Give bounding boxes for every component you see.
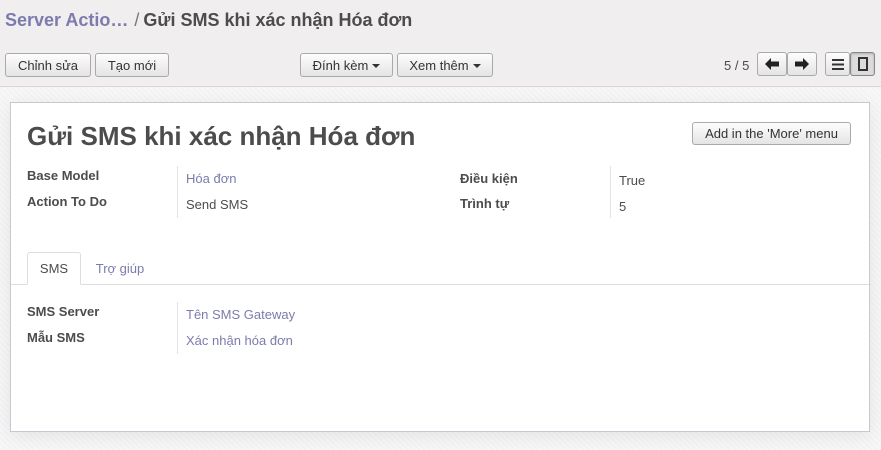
base-model-value[interactable]: Hóa đơn <box>186 171 236 186</box>
breadcrumb-current: Gửi SMS khi xác nhận Hóa đơn <box>143 10 413 30</box>
base-model-label: Base Model <box>27 168 100 183</box>
more-dropdown-button[interactable]: Xem thêm <box>397 53 493 77</box>
sms-template-value[interactable]: Xác nhận hóa đơn <box>186 333 293 348</box>
field-divider <box>610 166 611 218</box>
sms-template-label: Mẫu SMS <box>27 330 85 345</box>
breadcrumb-parent-link[interactable]: Server Actio… <box>5 10 128 30</box>
record-title: Gửi SMS khi xác nhận Hóa đơn <box>27 121 416 151</box>
action-to-do-label: Action To Do <box>27 194 107 209</box>
form-sheet: Gửi SMS khi xác nhận Hóa đơn Add in the … <box>10 102 870 432</box>
field-divider <box>177 302 178 354</box>
control-panel: Server Actio… / Gửi SMS khi xác nhận Hóa đ… <box>0 0 881 87</box>
field-divider <box>177 166 178 218</box>
attach-label: Đính kèm <box>312 57 369 73</box>
more-label: Xem thêm <box>409 57 469 73</box>
sequence-label: Trình tự <box>460 196 510 211</box>
sms-server-value[interactable]: Tên SMS Gateway <box>186 307 295 322</box>
tab-sms[interactable]: SMS <box>27 252 81 285</box>
sequence-value: 5 <box>619 199 627 214</box>
form-view-button[interactable] <box>850 52 875 76</box>
edit-button[interactable]: Chỉnh sửa <box>5 53 91 77</box>
arrow-right-icon <box>795 58 809 70</box>
create-button[interactable]: Tạo mới <box>95 53 169 77</box>
attach-dropdown-button[interactable]: Đính kèm <box>300 53 393 77</box>
list-view-button[interactable] <box>825 52 850 76</box>
action-to-do-value: Send SMS <box>186 197 249 212</box>
pager-value[interactable]: 5 / 5 <box>724 58 749 73</box>
breadcrumb-separator: / <box>134 10 140 30</box>
condition-value: True <box>619 173 646 188</box>
form-view-icon <box>857 57 868 71</box>
pager-previous-button[interactable] <box>757 52 787 76</box>
caret-down-icon <box>472 63 481 68</box>
caret-down-icon <box>372 63 381 68</box>
tab-help[interactable]: Trợ giúp <box>85 252 155 285</box>
add-more-menu-button[interactable]: Add in the 'More' menu <box>692 122 851 145</box>
pager-next-button[interactable] <box>787 52 817 76</box>
breadcrumb: Server Actio… / Gửi SMS khi xác nhận Hóa đ… <box>5 10 412 30</box>
list-view-icon <box>831 58 844 70</box>
sms-server-label: SMS Server <box>27 304 100 319</box>
content-area: Gửi SMS khi xác nhận Hóa đơn Add in the … <box>0 87 881 450</box>
arrow-left-icon <box>765 58 779 70</box>
condition-label: Điều kiện <box>460 171 518 186</box>
